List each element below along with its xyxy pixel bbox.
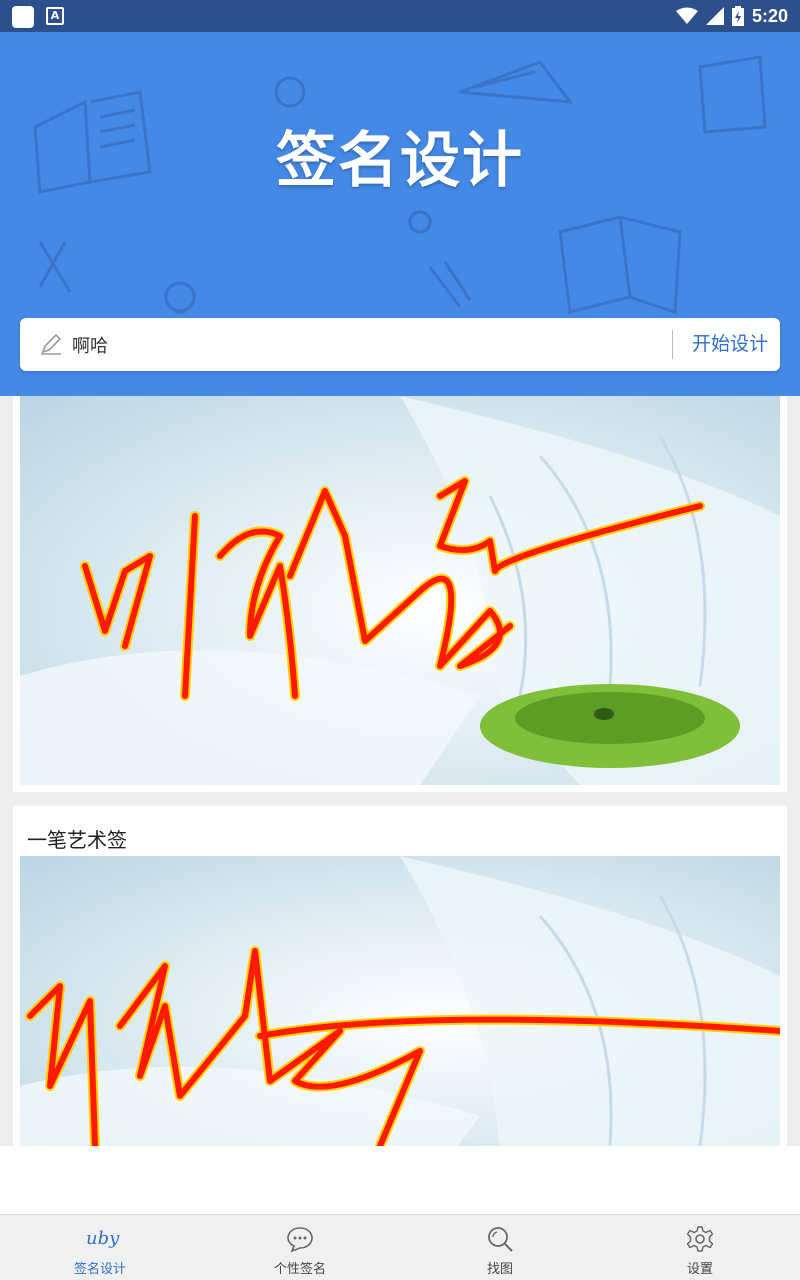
gear-icon (686, 1226, 714, 1252)
signal-icon (705, 7, 724, 25)
nav-personal-signature[interactable]: 个性签名 (200, 1215, 400, 1280)
nav-label: 签名设计 (73, 1262, 126, 1277)
card-title: 一笔艺术签 (27, 828, 127, 852)
input-divider (672, 330, 673, 359)
status-bar: A 5:20 (0, 0, 800, 32)
list-footer-space (0, 1146, 800, 1214)
start-design-button[interactable]: 开始设计 (680, 318, 780, 371)
nav-label: 找图 (486, 1262, 513, 1277)
nav-label: 个性签名 (273, 1262, 326, 1277)
pencil-icon (41, 333, 62, 355)
header-title: 签名设计 (276, 126, 524, 196)
battery-icon (731, 6, 744, 26)
signature-icon: uby (86, 1228, 120, 1249)
signature-card[interactable] (13, 396, 787, 792)
nav-settings[interactable]: 设置 (600, 1215, 800, 1280)
bottom-navigation: uby 签名设计 个性签名 找图 设置 (0, 1214, 800, 1280)
signature-preview-image[interactable] (20, 856, 780, 1146)
signature-list[interactable]: 一笔艺术签 (0, 396, 800, 1146)
search-icon (488, 1227, 513, 1252)
signature-preview-image[interactable] (20, 396, 780, 785)
chat-bubble-icon (287, 1227, 313, 1253)
nav-find-image[interactable]: 找图 (400, 1215, 600, 1280)
signature-input-card: 开始设计 (20, 318, 780, 371)
status-right: 5:20 (675, 0, 788, 32)
signature-card-one-stroke[interactable]: 一笔艺术签 (13, 806, 787, 1146)
font-notification-icon: A (46, 7, 64, 25)
name-input[interactable] (72, 326, 662, 363)
wifi-icon (675, 7, 698, 24)
nav-signature-design[interactable]: uby 签名设计 (0, 1215, 200, 1280)
clock: 5:20 (751, 5, 788, 26)
nav-label: 设置 (686, 1262, 713, 1277)
app-notification-icon (12, 6, 34, 28)
